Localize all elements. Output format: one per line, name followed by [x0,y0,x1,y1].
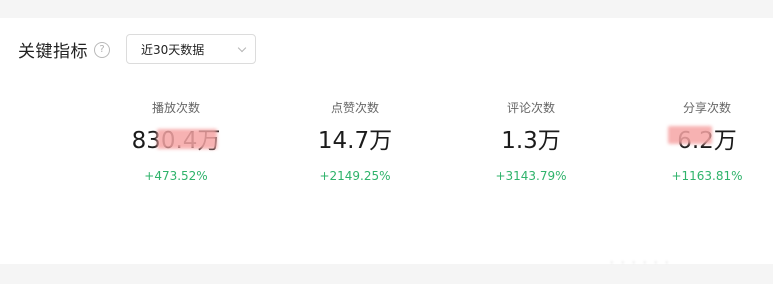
question-circle-icon[interactable]: ? [94,41,110,58]
metric-value: 14.7万 [317,128,393,154]
metric-change: +3143.79% [495,169,567,183]
metric-likes: 点赞次数 14.7万 +2149.25% [280,100,430,184]
date-range-select-value: 近30天数据 [141,42,205,57]
metric-label: 播放次数 [151,101,200,115]
metric-change: +2149.25% [319,169,391,183]
key-metrics-header: 关键指标 ? 近30天数据 [18,34,256,64]
metric-label: 评论次数 [506,101,555,115]
metric-value: 1.3万 [501,128,561,154]
date-range-select[interactable]: 近30天数据 [126,34,256,64]
chevron-down-icon [237,43,247,52]
redaction-mark [157,129,217,149]
metric-label: 点赞次数 [330,101,379,115]
section-title: 关键指标 [18,41,88,62]
metric-change: +1163.81% [671,169,743,183]
metric-comments: 评论次数 1.3万 +3143.79% [456,100,606,184]
redaction-mark [668,126,712,144]
metric-change: +473.52% [144,169,208,183]
metric-label: 分享次数 [682,101,731,115]
watermark: · · · · · · [610,256,671,269]
